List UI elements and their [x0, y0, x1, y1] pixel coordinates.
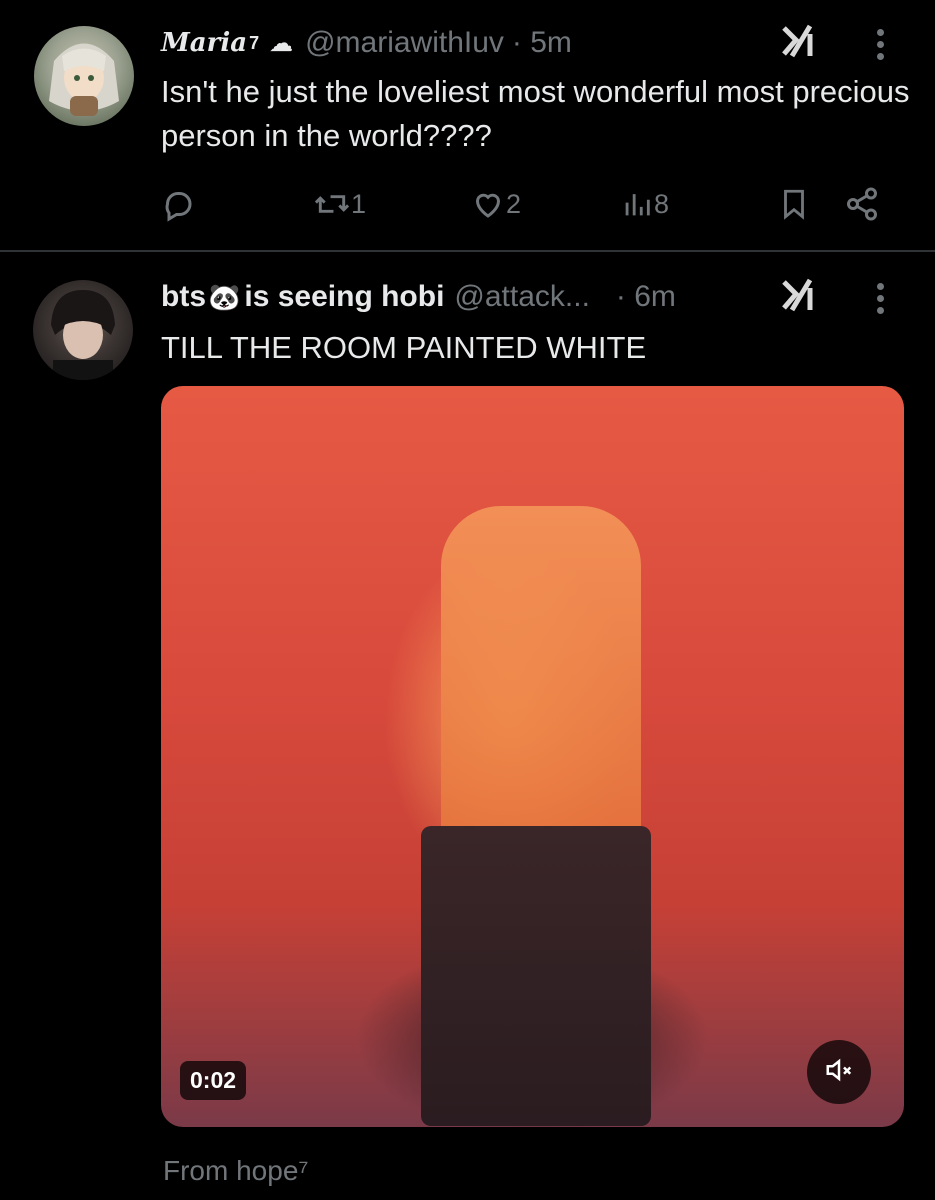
- cloud-emoji: ☁: [269, 29, 294, 57]
- grok-icon[interactable]: [780, 278, 820, 321]
- bookmark-button[interactable]: [777, 186, 811, 222]
- tweet-actions: 1 2 8: [160, 186, 900, 226]
- timestamp[interactable]: · 6m: [616, 280, 676, 314]
- like-count: 2: [506, 188, 522, 219]
- more-options-icon[interactable]: [877, 283, 885, 319]
- mute-button[interactable]: [807, 1040, 871, 1104]
- views-icon: [620, 186, 654, 222]
- share-icon: [844, 186, 880, 222]
- retweet-icon: [313, 186, 351, 222]
- tweet-text: Isn't he just the loveliest most wonderf…: [161, 74, 910, 153]
- timestamp[interactable]: · 5m: [512, 26, 572, 60]
- display-name[interactable]: Maria: [161, 28, 247, 58]
- avatar[interactable]: [34, 26, 134, 126]
- video-timestamp: 0:02: [180, 1061, 247, 1100]
- handle[interactable]: @attack...: [454, 280, 590, 314]
- handle[interactable]: @mariawithIuv: [305, 26, 504, 60]
- avatar[interactable]: [33, 280, 133, 380]
- video-frame-performer: [441, 506, 641, 846]
- retweet-count: 1: [351, 188, 367, 219]
- display-name[interactable]: bts: [161, 280, 206, 314]
- reply-icon: [160, 186, 196, 222]
- share-button[interactable]: [844, 186, 880, 222]
- retweet-button[interactable]: 1: [313, 186, 366, 222]
- source-label[interactable]: From hope⁷: [163, 1155, 309, 1187]
- tweet[interactable]: Maria 7 ☁ @mariawithIuv · 5m Isn't he ju…: [0, 0, 935, 250]
- tweet-text: TILL THE ROOM PAINTED WHITE: [161, 330, 647, 365]
- views-count: 8: [654, 188, 670, 219]
- video-player[interactable]: 0:02: [161, 386, 904, 1127]
- display-name-suffix: 7: [249, 32, 260, 53]
- video-frame-performer-legs: [421, 826, 651, 1126]
- panda-emoji: 🐼: [208, 281, 241, 312]
- bookmark-icon: [777, 186, 811, 222]
- more-options-icon[interactable]: [877, 29, 885, 65]
- display-name-rest[interactable]: is seeing hobi: [244, 280, 444, 314]
- reply-button[interactable]: [160, 186, 196, 222]
- views-button[interactable]: 8: [620, 186, 669, 222]
- grok-icon[interactable]: [780, 24, 820, 67]
- like-button[interactable]: 2: [470, 186, 521, 222]
- heart-icon: [470, 186, 506, 222]
- mute-icon: [824, 1055, 854, 1090]
